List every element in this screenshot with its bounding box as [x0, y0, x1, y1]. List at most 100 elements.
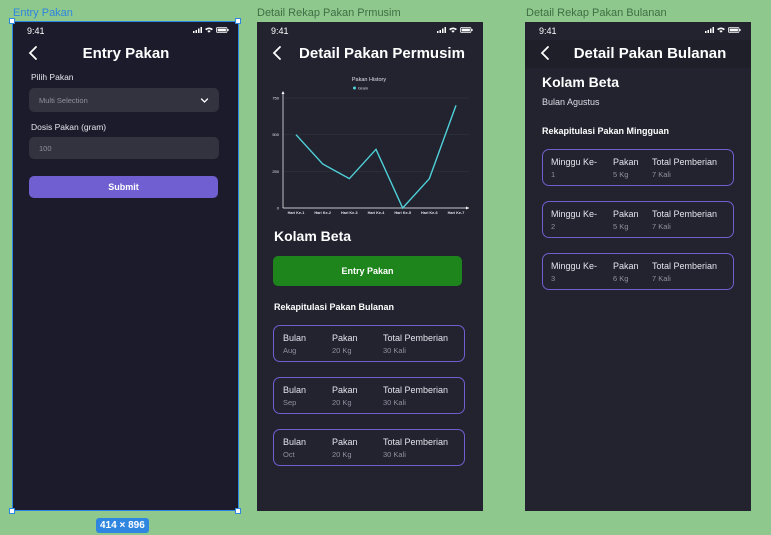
bulan-subtitle: Bulan Agustus [542, 97, 600, 107]
dosis-pakan-label: Dosis Pakan (gram) [31, 122, 107, 132]
kolam-title: Kolam Beta [274, 228, 352, 244]
status-bar: 9:41 [13, 25, 239, 39]
x-tick-label: Hari Ke-6 [421, 211, 438, 215]
detail-bulanan-screen: 9:41 Detail Pakan Bulanan Kolam Beta Bul… [525, 22, 751, 511]
resize-handle-br[interactable] [235, 508, 241, 514]
resize-handle-tr[interactable] [235, 18, 241, 24]
wifi-icon [717, 27, 725, 33]
value-minggu: 2 [551, 222, 556, 231]
value-total-pemberian: 7 Kali [652, 222, 671, 231]
x-tick-label: Hari Ke-5 [394, 211, 411, 215]
battery-icon [460, 27, 473, 33]
header-minggu: Minggu Ke- [551, 209, 598, 219]
header-bulan: Bulan [283, 333, 307, 343]
dosis-pakan-input[interactable]: 100 [29, 137, 219, 159]
signal-icon [193, 27, 202, 33]
x-tick-label: Hari Ke-1 [288, 211, 305, 215]
value-pakan: 5 Kg [613, 170, 629, 179]
rekap-card-3[interactable]: Minggu Ke- 3 Pakan 6 Kg Total Pemberian 7 K… [542, 253, 734, 290]
rekap-card-1[interactable]: Minggu Ke- 1 Pakan 5 Kg Total Pemberian 7 K… [542, 149, 734, 186]
frame-label-permusim[interactable]: Detail Rekap Pakan Prmusim [257, 7, 401, 19]
status-bar: 9:41 [257, 25, 483, 39]
rekap-card-2[interactable]: Bulan Sep Pakan 20 Kg Total Pemberian 30 Ka… [273, 377, 465, 414]
battery-icon [216, 27, 229, 33]
x-tick-label: Hari Ke-7 [448, 211, 465, 215]
value-minggu: 1 [551, 170, 556, 179]
x-tick-label: Hari Ke-4 [368, 211, 386, 215]
header-total-pemberian: Total Pemberian [383, 437, 449, 447]
resize-handle-bl[interactable] [9, 508, 15, 514]
value-pakan: 5 Kg [613, 222, 629, 231]
page-title: Entry Pakan [82, 45, 170, 62]
value-bulan: Sep [283, 398, 297, 407]
header-bulan: Bulan [283, 437, 307, 447]
detail-permusim-screen: 9:41 Detail Pakan Permusim Pakan History… [257, 22, 483, 511]
y-axis-arrow-icon [281, 91, 285, 94]
pilih-pakan-select[interactable]: Multi Selection [29, 88, 219, 112]
chevron-down-icon [200, 98, 209, 103]
frame-label-entry[interactable]: Entry Pakan [13, 7, 73, 19]
header-pakan: Pakan [332, 333, 358, 343]
rekap-card-1[interactable]: Bulan Aug Pakan 20 Kg Total Pemberian 30 Ka… [273, 325, 465, 362]
value-total-pemberian: 7 Kali [652, 274, 671, 283]
header-total-pemberian: Total Pemberian [652, 209, 718, 219]
entry-pakan-screen: 9:41 Entry Pakan Pilih Pakan Multi Selec… [13, 22, 239, 511]
status-time: 9:41 [27, 26, 45, 36]
x-tick-label: Hari Ke-2 [314, 211, 331, 215]
y-tick-label: 250 [272, 169, 279, 174]
wifi-icon [205, 27, 213, 33]
value-minggu: 3 [551, 274, 556, 283]
legend-swatch [353, 86, 356, 90]
battery-icon [728, 27, 741, 33]
y-tick-label: 750 [272, 96, 279, 101]
value-bulan: Oct [283, 450, 295, 459]
header-pakan: Pakan [332, 437, 358, 447]
header-minggu: Minggu Ke- [551, 261, 598, 271]
resize-handle-tl[interactable] [9, 18, 15, 24]
legend-label: Gram [358, 86, 369, 91]
nav-bar: Entry Pakan [13, 40, 239, 68]
pilih-pakan-label: Pilih Pakan [31, 72, 74, 82]
dosis-pakan-value: 100 [39, 144, 52, 153]
header-total-pemberian: Total Pemberian [383, 385, 449, 395]
rekap-mingguan-title: Rekapitulasi Pakan Mingguan [542, 126, 670, 136]
status-time: 9:41 [271, 26, 289, 36]
page-title: Detail Pakan Permusim [299, 45, 465, 62]
header-pakan: Pakan [613, 209, 639, 219]
y-tick-label: 0 [277, 206, 280, 211]
header-pakan: Pakan [613, 157, 639, 167]
header-pakan: Pakan [332, 385, 358, 395]
value-total-pemberian: 30 Kali [383, 346, 406, 355]
status-bar: 9:41 [525, 25, 751, 39]
wifi-icon [449, 27, 457, 33]
entry-pakan-button[interactable]: Entry Pakan [273, 256, 462, 286]
x-axis-arrow-icon [466, 206, 469, 210]
header-bulan: Bulan [283, 385, 307, 395]
dimensions-badge: 414 × 896 [96, 518, 149, 533]
header-total-pemberian: Total Pemberian [652, 261, 718, 271]
header-minggu: Minggu Ke- [551, 157, 598, 167]
value-pakan: 20 Kg [332, 398, 352, 407]
value-total-pemberian: 30 Kali [383, 450, 406, 459]
header-total-pemberian: Total Pemberian [652, 157, 718, 167]
rekap-card-2[interactable]: Minggu Ke- 2 Pakan 5 Kg Total Pemberian 7 K… [542, 201, 734, 238]
x-tick-label: Hari Ke-3 [341, 211, 358, 215]
rekap-card-3[interactable]: Bulan Oct Pakan 20 Kg Total Pemberian 30 Ka… [273, 429, 465, 466]
rekap-bulanan-title: Rekapitulasi Pakan Bulanan [274, 302, 395, 312]
value-pakan: 20 Kg [332, 450, 352, 459]
page-title: Detail Pakan Bulanan [573, 45, 727, 62]
header-pakan: Pakan [613, 261, 639, 271]
submit-button[interactable]: Submit [29, 176, 218, 198]
value-bulan: Aug [283, 346, 297, 355]
nav-bar: Detail Pakan Permusim [257, 40, 483, 68]
signal-icon [705, 27, 714, 33]
status-time: 9:41 [539, 26, 557, 36]
pakan-history-chart: Pakan History Gram 0 250 500 750 Hari Ke-1 H… [272, 77, 469, 215]
value-total-pemberian: 30 Kali [383, 398, 406, 407]
series-line-gram [295, 105, 457, 210]
pilih-pakan-value: Multi Selection [39, 96, 88, 105]
header-total-pemberian: Total Pemberian [383, 333, 449, 343]
nav-bar: Detail Pakan Bulanan [525, 40, 751, 68]
frame-label-bulanan[interactable]: Detail Rekap Pakan Bulanan [526, 7, 667, 19]
value-pakan: 20 Kg [332, 346, 352, 355]
